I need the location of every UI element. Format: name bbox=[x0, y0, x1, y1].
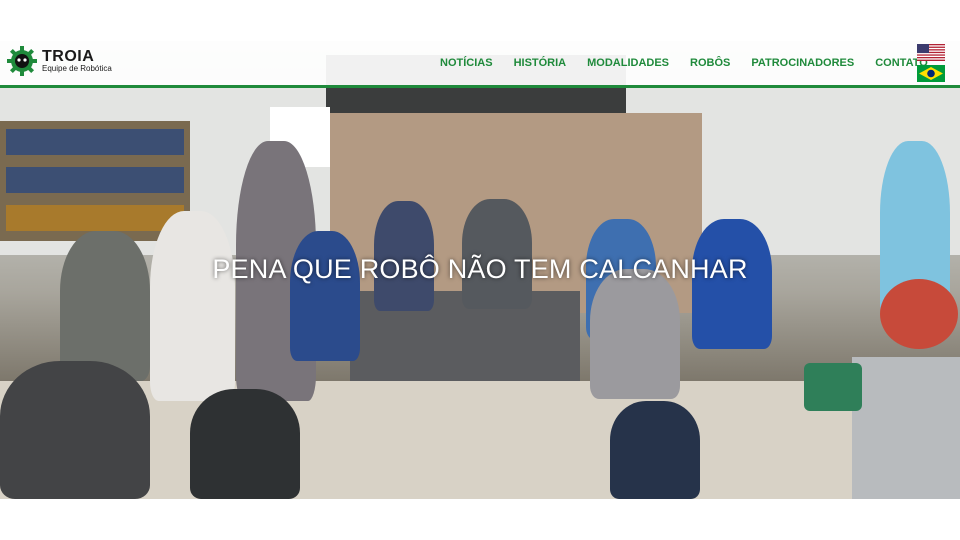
us-flag-icon[interactable] bbox=[917, 44, 945, 61]
shelf-row bbox=[6, 167, 184, 193]
brazil-flag-icon[interactable] bbox=[917, 65, 945, 82]
nav-noticias[interactable]: NOTÍCIAS bbox=[440, 57, 493, 69]
nav-robos[interactable]: ROBÔS bbox=[690, 57, 730, 69]
tool-shelf bbox=[0, 121, 190, 241]
person bbox=[590, 269, 680, 399]
shelf-row bbox=[6, 205, 184, 231]
person bbox=[190, 389, 300, 499]
logo-subtitle: Equipe de Robótica bbox=[42, 64, 112, 73]
green-robot bbox=[804, 363, 862, 411]
logo[interactable]: TROIA Equipe de Robótica bbox=[6, 45, 112, 77]
red-helmet bbox=[880, 279, 958, 349]
person bbox=[610, 401, 700, 499]
person bbox=[290, 231, 360, 361]
nav-patrocinadores[interactable]: PATROCINADORES bbox=[751, 57, 854, 69]
person bbox=[150, 211, 235, 401]
navbar: TROIA Equipe de Robótica NOTÍCIAS HISTÓR… bbox=[0, 41, 960, 88]
main-nav: NOTÍCIAS HISTÓRIA MODALIDADES ROBÔS PATR… bbox=[440, 57, 949, 69]
logo-name: TROIA bbox=[42, 48, 95, 65]
site-viewport: TROIA Equipe de Robótica NOTÍCIAS HISTÓR… bbox=[0, 41, 960, 499]
nav-historia[interactable]: HISTÓRIA bbox=[514, 57, 567, 69]
hero-headline: PENA QUE ROBÔ NÃO TEM CALCANHAR bbox=[212, 254, 748, 284]
language-switcher bbox=[917, 44, 945, 86]
shelf-row bbox=[6, 129, 184, 155]
metal-cabinet bbox=[852, 357, 960, 499]
gear-icon bbox=[7, 46, 37, 76]
nav-modalidades[interactable]: MODALIDADES bbox=[587, 57, 669, 69]
person bbox=[0, 361, 150, 499]
